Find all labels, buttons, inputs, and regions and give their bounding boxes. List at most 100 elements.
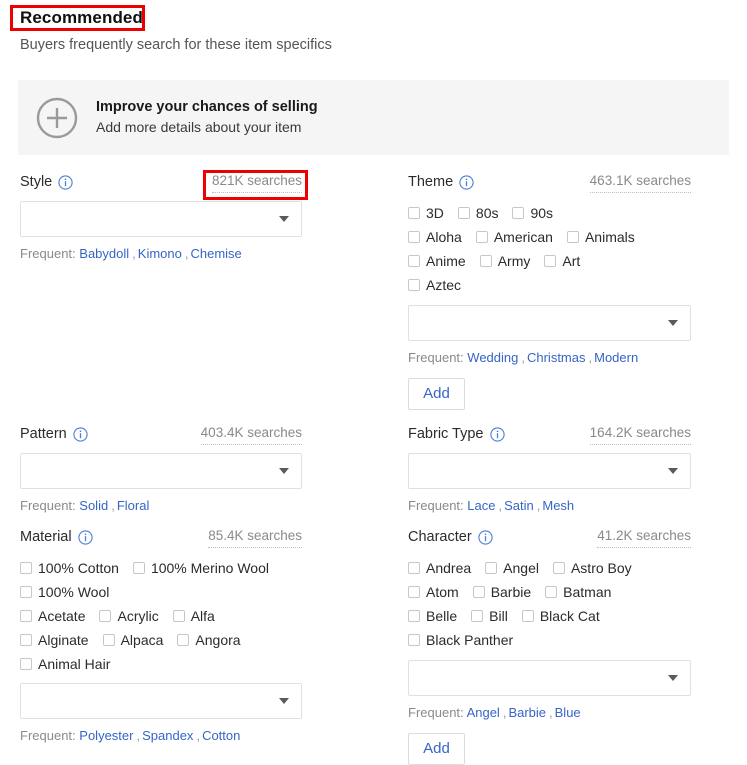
checkbox-box[interactable] — [458, 207, 470, 219]
frequent-link-text[interactable]: Solid — [79, 498, 108, 513]
frequent-link-text[interactable]: Floral — [117, 498, 150, 513]
checkbox-box[interactable] — [553, 562, 565, 574]
frequent-link[interactable]: Modern — [594, 350, 638, 365]
checkbox-item[interactable]: 80s — [458, 204, 499, 222]
frequent-link-text[interactable]: Polyester — [79, 728, 133, 743]
frequent-link[interactable]: Wedding — [467, 350, 518, 365]
checkbox-item[interactable]: American — [476, 228, 553, 246]
field-character-add-button[interactable]: Add — [408, 733, 465, 765]
frequent-link-text[interactable]: Kimono — [138, 246, 182, 261]
checkbox-item[interactable]: Astro Boy — [553, 559, 632, 577]
checkbox-item[interactable]: Batman — [545, 583, 611, 601]
checkbox-item[interactable]: Alginate — [20, 631, 89, 649]
checkbox-box[interactable] — [103, 634, 115, 646]
improve-selling-banner[interactable]: Improve your chances of selling Add more… — [18, 80, 729, 155]
checkbox-item[interactable]: Angora — [177, 631, 240, 649]
checkbox-item[interactable]: Army — [480, 252, 531, 270]
frequent-link-text[interactable]: Chemise — [190, 246, 241, 261]
info-icon[interactable] — [58, 175, 73, 190]
frequent-link-text[interactable]: Spandex — [142, 728, 193, 743]
checkbox-item[interactable]: Black Panther — [408, 631, 513, 649]
frequent-link-text[interactable]: Wedding — [467, 350, 518, 365]
field-fabric-type-searches[interactable]: 164.2K searches — [590, 423, 691, 445]
checkbox-item[interactable]: Animal Hair — [20, 655, 110, 673]
checkbox-item[interactable]: Acetate — [20, 607, 85, 625]
checkbox-box[interactable] — [408, 634, 420, 646]
frequent-link[interactable]: Floral — [117, 498, 150, 513]
frequent-link-text[interactable]: Lace — [467, 498, 495, 513]
field-material-searches[interactable]: 85.4K searches — [208, 526, 302, 548]
frequent-link[interactable]: Spandex — [142, 728, 193, 743]
frequent-link[interactable]: Lace — [467, 498, 495, 513]
checkbox-item[interactable]: Animals — [567, 228, 635, 246]
checkbox-item[interactable]: Acrylic — [99, 607, 158, 625]
frequent-link[interactable]: Polyester — [79, 728, 133, 743]
frequent-link[interactable]: Kimono — [138, 246, 182, 261]
field-style-select[interactable] — [20, 201, 302, 237]
frequent-link-text[interactable]: Babydoll — [79, 246, 129, 261]
checkbox-box[interactable] — [173, 610, 185, 622]
field-pattern-searches[interactable]: 403.4K searches — [201, 423, 302, 445]
field-style-searches[interactable]: 821K searches — [212, 171, 302, 193]
checkbox-box[interactable] — [408, 231, 420, 243]
checkbox-item[interactable]: 3D — [408, 204, 444, 222]
frequent-link[interactable]: Blue — [555, 705, 581, 720]
field-material-select[interactable] — [20, 683, 302, 719]
checkbox-box[interactable] — [408, 562, 420, 574]
checkbox-box[interactable] — [522, 610, 534, 622]
checkbox-box[interactable] — [408, 279, 420, 291]
field-theme-add-button[interactable]: Add — [408, 378, 465, 410]
checkbox-item[interactable]: Anime — [408, 252, 466, 270]
frequent-link[interactable]: Satin — [504, 498, 534, 513]
checkbox-item[interactable]: Atom — [408, 583, 459, 601]
checkbox-item[interactable]: Aztec — [408, 276, 461, 294]
frequent-link-text[interactable]: Modern — [594, 350, 638, 365]
checkbox-box[interactable] — [20, 562, 32, 574]
field-character-searches[interactable]: 41.2K searches — [597, 526, 691, 548]
checkbox-item[interactable]: Alfa — [173, 607, 215, 625]
checkbox-box[interactable] — [485, 562, 497, 574]
checkbox-item[interactable]: Art — [544, 252, 580, 270]
frequent-link[interactable]: Angel — [467, 705, 500, 720]
checkbox-item[interactable]: Alpaca — [103, 631, 164, 649]
frequent-link-text[interactable]: Cotton — [202, 728, 240, 743]
info-icon[interactable] — [78, 530, 93, 545]
checkbox-box[interactable] — [20, 610, 32, 622]
field-pattern-select[interactable] — [20, 453, 302, 489]
frequent-link-text[interactable]: Mesh — [542, 498, 574, 513]
checkbox-box[interactable] — [133, 562, 145, 574]
checkbox-box[interactable] — [473, 586, 485, 598]
frequent-link-text[interactable]: Blue — [555, 705, 581, 720]
checkbox-box[interactable] — [480, 255, 492, 267]
checkbox-item[interactable]: Aloha — [408, 228, 462, 246]
frequent-link[interactable]: Chemise — [190, 246, 241, 261]
checkbox-box[interactable] — [20, 658, 32, 670]
info-icon[interactable] — [73, 427, 88, 442]
frequent-link-text[interactable]: Satin — [504, 498, 534, 513]
checkbox-item[interactable]: Barbie — [473, 583, 531, 601]
checkbox-box[interactable] — [20, 586, 32, 598]
checkbox-box[interactable] — [545, 586, 557, 598]
checkbox-item[interactable]: 100% Merino Wool — [133, 559, 269, 577]
checkbox-item[interactable]: Andrea — [408, 559, 471, 577]
frequent-link[interactable]: Solid — [79, 498, 108, 513]
checkbox-box[interactable] — [408, 207, 420, 219]
frequent-link-text[interactable]: Barbie — [508, 705, 546, 720]
checkbox-box[interactable] — [544, 255, 556, 267]
frequent-link[interactable]: Cotton — [202, 728, 240, 743]
frequent-link-text[interactable]: Angel — [467, 705, 500, 720]
checkbox-box[interactable] — [408, 610, 420, 622]
checkbox-box[interactable] — [408, 255, 420, 267]
frequent-link[interactable]: Mesh — [542, 498, 574, 513]
field-theme-select[interactable] — [408, 305, 691, 341]
field-character-select[interactable] — [408, 660, 691, 696]
frequent-link[interactable]: Babydoll — [79, 246, 129, 261]
checkbox-item[interactable]: Bill — [471, 607, 508, 625]
checkbox-box[interactable] — [177, 634, 189, 646]
checkbox-box[interactable] — [512, 207, 524, 219]
checkbox-item[interactable]: 90s — [512, 204, 553, 222]
checkbox-box[interactable] — [99, 610, 111, 622]
checkbox-box[interactable] — [567, 231, 579, 243]
checkbox-box[interactable] — [20, 634, 32, 646]
checkbox-item[interactable]: Angel — [485, 559, 539, 577]
